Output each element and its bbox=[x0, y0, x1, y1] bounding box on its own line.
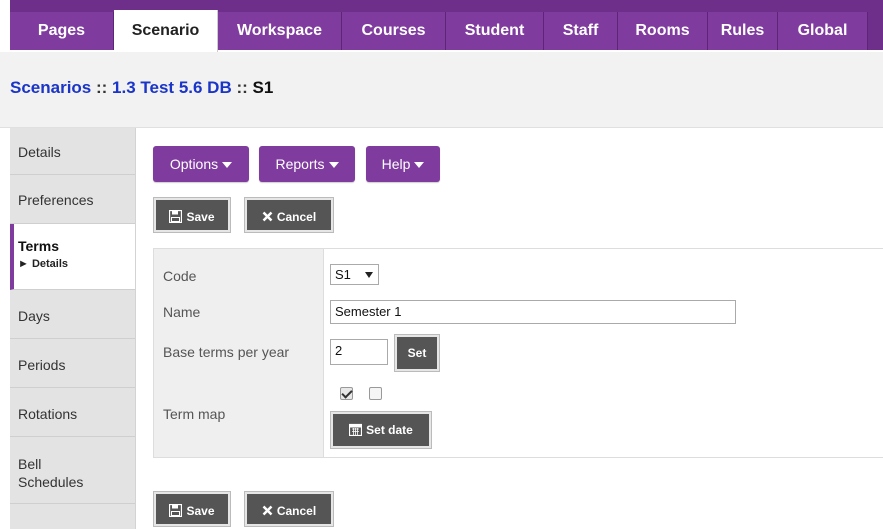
sidebar-item-label: Details bbox=[18, 144, 61, 160]
reports-menu-button[interactable]: Reports bbox=[259, 146, 355, 182]
breadcrumb-current: S1 bbox=[252, 78, 274, 97]
sidebar-item-rotations[interactable]: Rotations bbox=[10, 388, 135, 437]
term-map-label: Term map bbox=[163, 406, 226, 422]
save-icon bbox=[169, 504, 183, 518]
options-label: Options bbox=[169, 156, 219, 172]
help-label: Help bbox=[381, 156, 411, 172]
save-button-bottom[interactable]: Save bbox=[153, 491, 231, 527]
chevron-down-icon bbox=[414, 162, 425, 169]
help-menu-button[interactable]: Help bbox=[366, 146, 440, 182]
tab-rooms[interactable]: Rooms bbox=[618, 12, 708, 50]
close-icon bbox=[262, 211, 273, 222]
calendar-icon bbox=[349, 424, 363, 437]
sidebar-item-label: Bell Schedules bbox=[18, 456, 84, 490]
sidebar-item-periods[interactable]: Periods bbox=[10, 339, 135, 388]
cancel-button-bottom[interactable]: Cancel bbox=[244, 491, 334, 527]
sidebar-item-terms[interactable]: Terms ► Details bbox=[10, 224, 135, 290]
cancel-label: Cancel bbox=[276, 210, 317, 224]
name-field[interactable]: Semester 1 bbox=[330, 300, 736, 324]
set-date-button[interactable]: Set date bbox=[330, 411, 432, 449]
options-menu-button[interactable]: Options bbox=[153, 146, 249, 182]
chevron-down-icon bbox=[365, 272, 373, 278]
side-nav: Details Preferences Terms ► Details Days… bbox=[10, 128, 136, 529]
breadcrumb-separator: :: bbox=[231, 78, 253, 97]
chevron-down-icon bbox=[328, 162, 339, 169]
term-map-checkbox-1[interactable] bbox=[340, 387, 353, 400]
code-select[interactable]: S1 bbox=[330, 264, 379, 285]
save-icon bbox=[169, 210, 183, 224]
chevron-down-icon bbox=[222, 162, 233, 169]
term-details-form: Code S1 Name Semester 1 Base terms per y… bbox=[153, 248, 883, 458]
breadcrumb-separator: :: bbox=[91, 78, 113, 97]
sidebar-item-details[interactable]: Details bbox=[10, 128, 135, 175]
sidebar-item-days[interactable]: Days bbox=[10, 290, 135, 339]
sidebar-item-label: Rotations bbox=[18, 406, 78, 422]
tab-workspace[interactable]: Workspace bbox=[218, 12, 342, 50]
breadcrumb-scenario-link[interactable]: 1.3 Test 5.6 DB bbox=[112, 78, 232, 97]
base-terms-field[interactable]: 2 bbox=[330, 339, 388, 365]
base-terms-label: Base terms per year bbox=[163, 344, 290, 360]
sidebar-item-label: Terms bbox=[18, 238, 59, 254]
code-value: S1 bbox=[335, 267, 351, 282]
close-icon bbox=[262, 505, 273, 516]
tab-rules[interactable]: Rules bbox=[708, 12, 778, 50]
tab-student[interactable]: Student bbox=[446, 12, 544, 50]
top-nav: Pages Scenario Workspace Courses Student… bbox=[0, 0, 883, 52]
cancel-label: Cancel bbox=[276, 504, 317, 518]
tab-staff[interactable]: Staff bbox=[544, 12, 618, 50]
set-button[interactable]: Set bbox=[394, 334, 440, 372]
cancel-button[interactable]: Cancel bbox=[244, 197, 334, 233]
sidebar-item-label: Preferences bbox=[18, 192, 94, 208]
set-date-label: Set date bbox=[366, 423, 413, 437]
name-label: Name bbox=[163, 304, 201, 320]
sidebar-item-preferences[interactable]: Preferences bbox=[10, 175, 135, 224]
sidebar-item-bell-schedules[interactable]: Bell Schedules bbox=[10, 437, 135, 504]
save-label: Save bbox=[186, 210, 215, 224]
tab-global[interactable]: Global bbox=[778, 12, 868, 50]
sidebar-item-label: Days bbox=[18, 308, 50, 324]
breadcrumb: Scenarios :: 1.3 Test 5.6 DB :: S1 bbox=[10, 78, 273, 98]
term-map-checkbox-2[interactable] bbox=[369, 387, 382, 400]
breadcrumb-scenarios-link[interactable]: Scenarios bbox=[10, 78, 91, 97]
reports-label: Reports bbox=[275, 156, 325, 172]
sidebar-subitem-details[interactable]: ► Details bbox=[18, 258, 68, 270]
tab-courses[interactable]: Courses bbox=[342, 12, 446, 50]
code-label: Code bbox=[163, 268, 197, 284]
tab-pages[interactable]: Pages bbox=[10, 12, 114, 50]
save-button[interactable]: Save bbox=[153, 197, 231, 233]
sidebar-item-label: Periods bbox=[18, 357, 66, 373]
save-label: Save bbox=[186, 504, 215, 518]
page-header: Scenarios :: 1.3 Test 5.6 DB :: S1 bbox=[0, 52, 883, 128]
tab-scenario[interactable]: Scenario bbox=[114, 10, 218, 52]
